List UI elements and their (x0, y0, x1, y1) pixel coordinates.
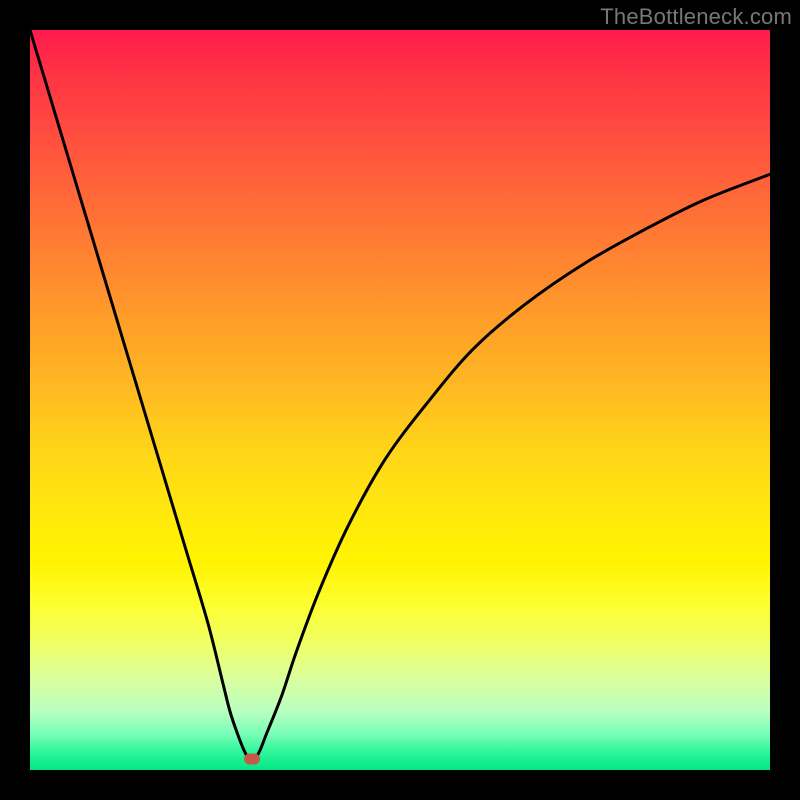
optimum-marker (244, 753, 260, 764)
watermark-text: TheBottleneck.com (600, 4, 792, 30)
plot-area (30, 30, 770, 770)
chart-frame: TheBottleneck.com (0, 0, 800, 800)
bottleneck-curve (30, 30, 770, 770)
